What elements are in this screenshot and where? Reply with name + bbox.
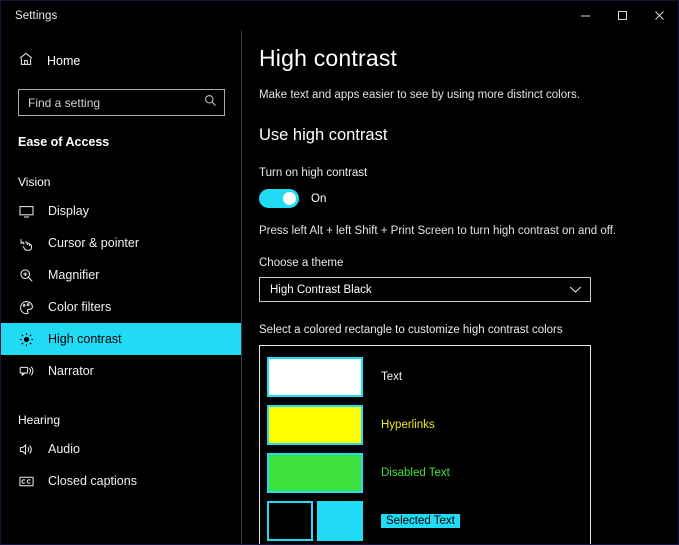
sidebar-item-narrator[interactable]: Narrator [1, 355, 241, 387]
sidebar-home-label: Home [47, 54, 81, 68]
swatch-label: Hyperlinks [381, 419, 435, 431]
swatch-row: Text [267, 353, 590, 401]
page-subtitle: Make text and apps easier to see by usin… [259, 89, 580, 101]
sidebar-group-heading-hearing: Hearing [18, 413, 61, 427]
settings-window: Settings Home Ease of Acc [0, 0, 679, 545]
swatch-caption: Select a colored rectangle to customize … [259, 324, 563, 336]
main-content: High contrast Make text and apps easier … [243, 30, 678, 544]
magnifier-icon [18, 268, 35, 283]
speaker-icon [18, 442, 35, 457]
toggle-state-label: On [311, 192, 327, 205]
search-box[interactable] [18, 89, 225, 116]
swatch-row: Disabled Text [267, 449, 590, 497]
sidebar-item-cursor-pointer[interactable]: Cursor & pointer [1, 227, 241, 259]
minimize-button[interactable] [567, 1, 604, 30]
swatch-text[interactable] [267, 357, 363, 397]
narrator-icon [18, 364, 35, 379]
sidebar-item-high-contrast[interactable]: High contrast [1, 323, 241, 355]
cursor-pointer-icon [18, 236, 35, 251]
monitor-icon [18, 204, 35, 219]
sidebar-item-display[interactable]: Display [1, 195, 241, 227]
sidebar-item-label: Audio [48, 442, 80, 456]
palette-icon [18, 300, 35, 315]
swatch-disabled-text[interactable] [267, 453, 363, 493]
theme-dropdown[interactable]: High Contrast Black [259, 277, 591, 302]
close-button[interactable] [641, 1, 678, 30]
swatch-label: Disabled Text [381, 467, 450, 479]
page-title: High contrast [259, 45, 398, 71]
swatch-row: Selected Text [267, 497, 590, 544]
swatch-selected-text-foreground[interactable] [267, 501, 313, 541]
swatch-selected-text-background[interactable] [317, 501, 363, 541]
swatch-row: Hyperlinks [267, 401, 590, 449]
sidebar-item-home[interactable]: Home [1, 45, 241, 77]
sidebar-item-audio[interactable]: Audio [1, 433, 241, 465]
brightness-icon [18, 332, 35, 347]
search-input[interactable] [28, 95, 204, 110]
window-title: Settings [15, 9, 58, 22]
sidebar-item-label: Magnifier [48, 268, 100, 282]
toggle-label: Turn on high contrast [259, 167, 368, 179]
sidebar-item-magnifier[interactable]: Magnifier [1, 259, 241, 291]
toggle-knob [283, 192, 296, 205]
sidebar-item-label: High contrast [48, 332, 122, 346]
swatch-panel: Text Hyperlinks Disabled Text Selected T… [259, 345, 591, 544]
chevron-down-icon [569, 285, 582, 294]
closed-captions-icon [18, 474, 35, 489]
swatch-hyperlinks[interactable] [267, 405, 363, 445]
swatch-label: Text [381, 371, 403, 383]
section-heading-use-high-contrast: Use high contrast [259, 126, 388, 144]
sidebar-item-label: Cursor & pointer [48, 236, 140, 250]
sidebar-item-label: Color filters [48, 300, 112, 314]
shortcut-hint: Press left Alt + left Shift + Print Scre… [259, 225, 617, 237]
sidebar-category-title: Ease of Access [18, 135, 110, 149]
title-bar: Settings [1, 1, 678, 30]
sidebar-item-label: Display [48, 204, 89, 218]
home-icon [18, 51, 34, 72]
sidebar-item-closed-captions[interactable]: Closed captions [1, 465, 241, 497]
sidebar-item-color-filters[interactable]: Color filters [1, 291, 241, 323]
sidebar-group-heading-vision: Vision [18, 175, 51, 189]
sidebar-item-label: Closed captions [48, 474, 137, 488]
window-controls [567, 1, 678, 30]
swatch-label: Selected Text [381, 514, 460, 528]
theme-selected-value: High Contrast Black [270, 283, 372, 296]
high-contrast-toggle[interactable] [259, 189, 299, 208]
theme-label: Choose a theme [259, 257, 344, 269]
maximize-button[interactable] [604, 1, 641, 30]
high-contrast-toggle-row: On [259, 189, 678, 208]
search-icon [204, 94, 217, 112]
sidebar: Home Ease of Access Vision Display Curso… [1, 30, 242, 544]
sidebar-item-label: Narrator [48, 364, 94, 378]
